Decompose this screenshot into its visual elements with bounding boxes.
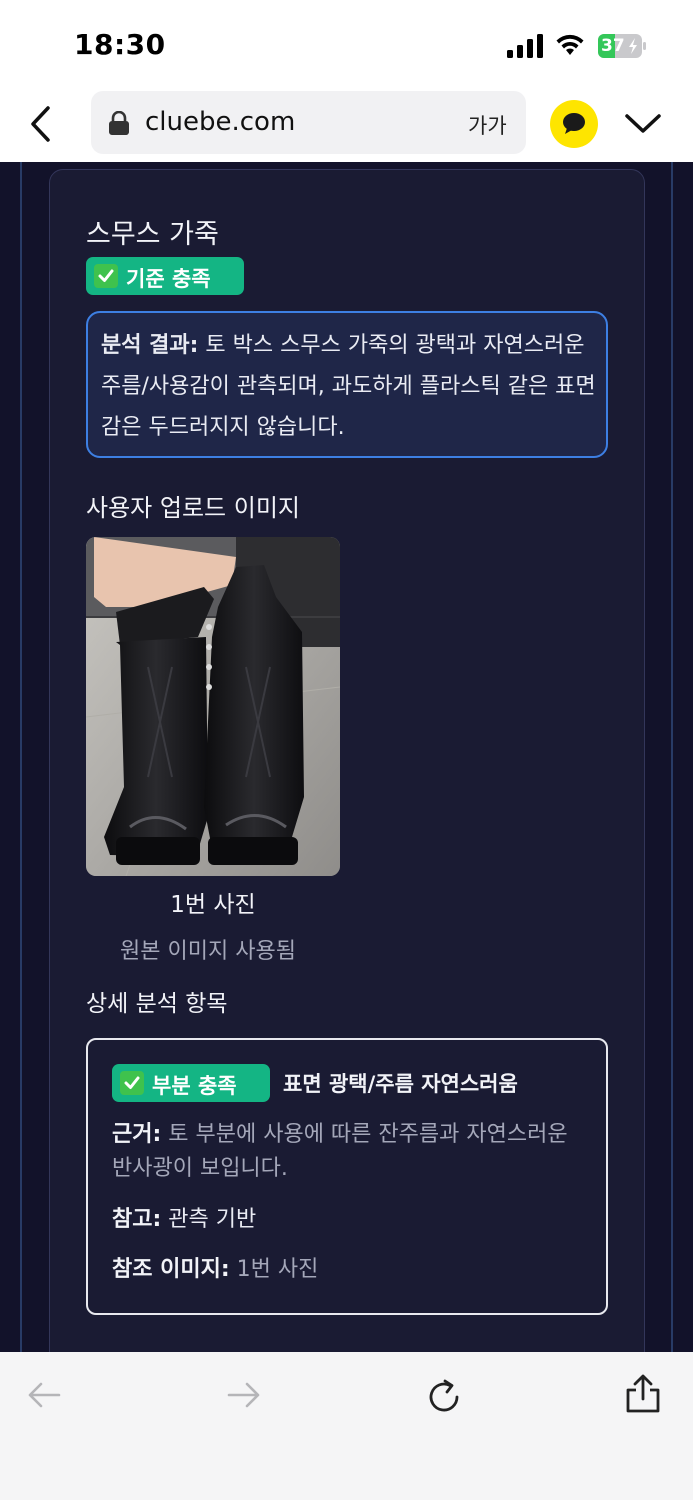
text-size-button[interactable]: 가가 [468,110,507,140]
basis-body: 토 부분에 사용에 따른 잔주름과 자연스러운 반사광이 보입니다. [112,1122,568,1181]
uploaded-boot-photo[interactable] [86,537,340,876]
reload-icon[interactable] [425,1378,463,1416]
partial-badge: 부분 충족 [112,1064,270,1102]
bottom-toolbar [0,1352,693,1500]
battery-icon: 37 [598,34,646,58]
detail-item-title: 표면 광택/주름 자연스러움 [283,1072,518,1096]
upload-heading: 사용자 업로드 이미지 [86,494,300,522]
page-border-left [20,162,22,1352]
ref-image-line: 참조 이미지: 1번 사진 [112,1251,318,1283]
note-body: 관측 기반 [161,1207,257,1232]
card-title: 스무스 가죽 [86,219,219,250]
photo-subcaption: 원본 이미지 사용됨 [120,939,296,964]
check-icon [120,1071,144,1095]
menu-chevron-icon[interactable] [623,108,663,138]
check-icon [94,264,118,288]
result-label: 분석 결과: [101,333,199,358]
result-text: 분석 결과: 토 박스 스무스 가죽의 광택과 자연스러운 주름/사용감이 관측… [101,325,601,448]
url-text[interactable]: cluebe.com [145,107,295,137]
share-icon[interactable] [624,1374,662,1414]
basis-label: 근거: [112,1122,162,1147]
battery-percent: 37 [601,36,625,56]
signal-icon [507,34,543,58]
note-label: 참고: [112,1207,162,1232]
basis-text: 근거: 토 부분에 사용에 따른 잔주름과 자연스러운 반사광이 보입니다. [112,1118,592,1186]
kakaotalk-icon[interactable] [550,100,598,148]
status-time: 18:30 [74,28,166,61]
lock-icon [109,111,129,135]
photo-caption: 1번 사진 [170,892,256,918]
page-border-right [671,162,673,1352]
wifi-icon [556,34,584,55]
status-bar: 18:30 37 [0,0,693,90]
back-icon[interactable] [26,104,56,144]
ref-body: 1번 사진 [229,1257,319,1282]
note-line: 참고: 관측 기반 [112,1201,256,1233]
back-arrow-icon[interactable] [26,1380,62,1410]
ref-label: 참조 이미지: [112,1257,230,1282]
status-badge: 기준 충족 [86,257,244,295]
forward-arrow-icon[interactable] [226,1380,262,1410]
partial-badge-label: 부분 충족 [152,1074,237,1098]
status-badge-label: 기준 충족 [126,267,211,291]
detail-heading: 상세 분석 항목 [86,991,228,1017]
